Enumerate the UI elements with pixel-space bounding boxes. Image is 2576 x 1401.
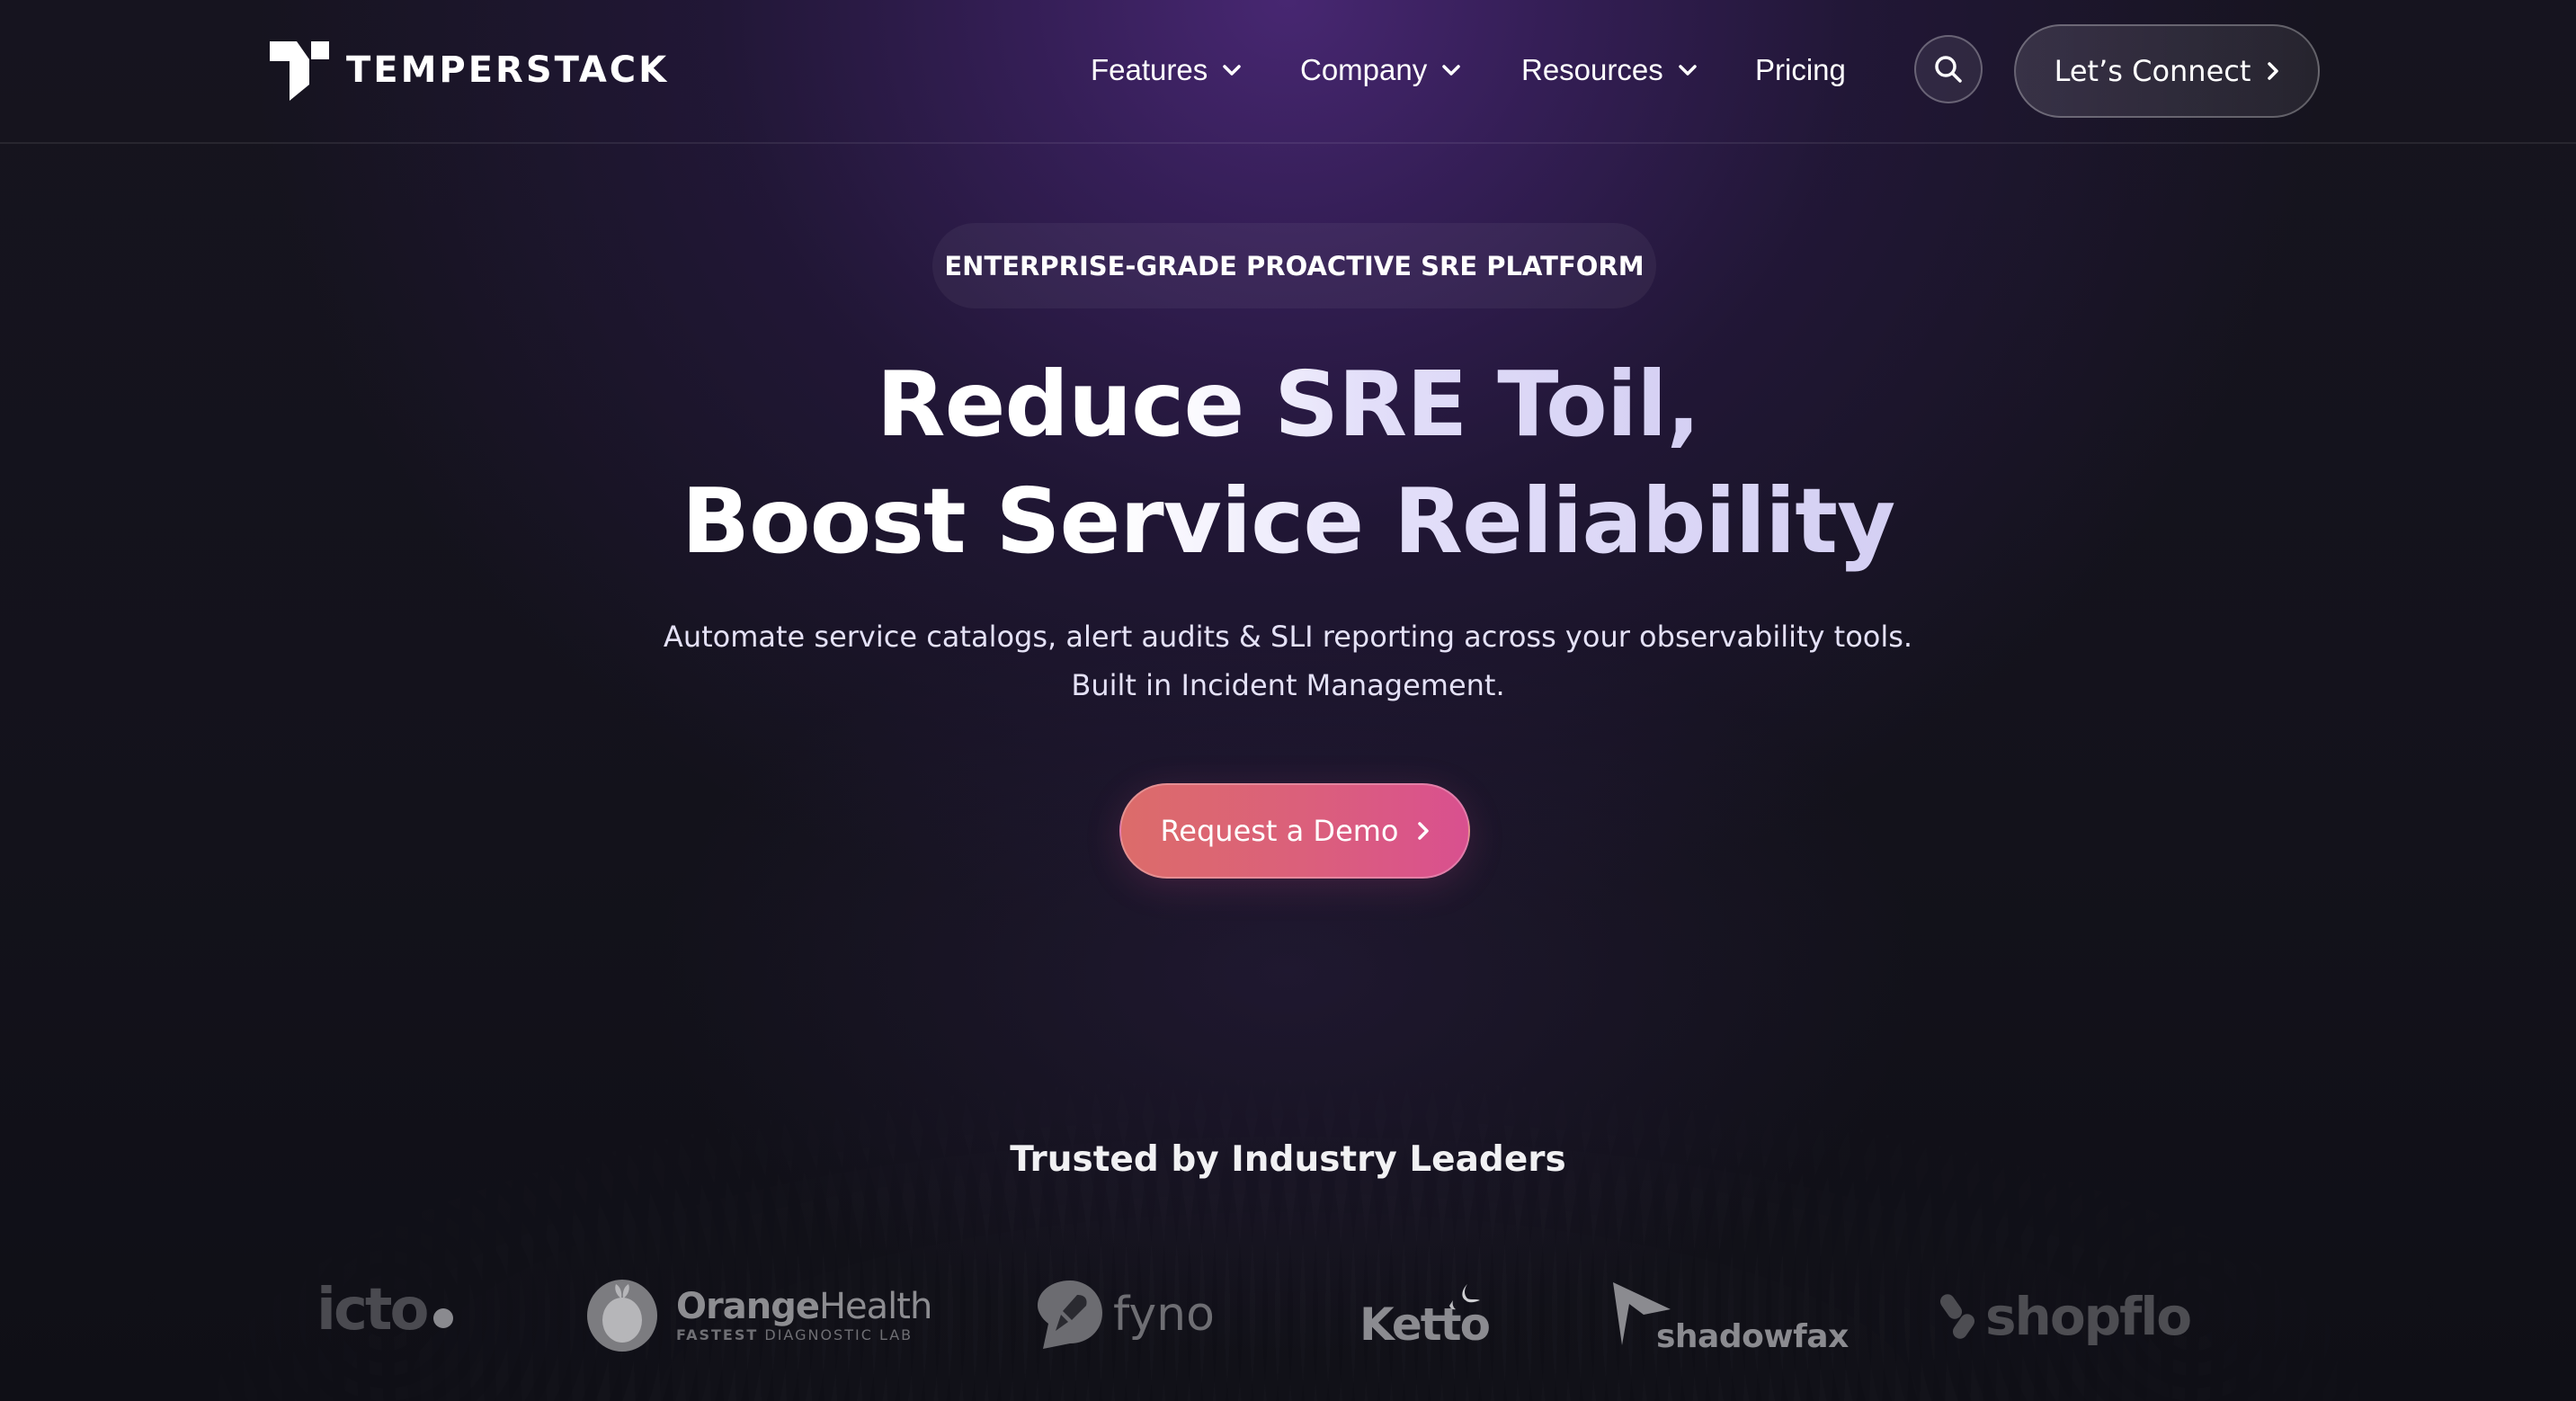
top-navbar: TEMPERSTACK Features Company Resources P… — [0, 0, 2576, 144]
trusted-by-title: Trusted by Industry Leaders — [1010, 1139, 1566, 1180]
nav-item-label: Features — [1091, 53, 1208, 86]
chevron-right-icon — [2268, 62, 2279, 80]
search-button[interactable] — [1914, 35, 1983, 103]
fyno-rocket-icon — [1038, 1281, 1102, 1349]
platform-badge: ENTERPRISE-GRADE PROACTIVE SRE PLATFORM — [932, 223, 1656, 308]
client-logo-shopflo-text: shopflo — [1985, 1286, 2192, 1347]
shopflo-mark-icon — [1940, 1294, 1975, 1339]
client-logo-fyno: fyno — [1036, 1279, 1215, 1351]
platform-badge-text: ENTERPRISE-GRADE PROACTIVE SRE PLATFORM — [944, 250, 1645, 281]
request-demo-label: Request a Demo — [1160, 814, 1399, 848]
ketto-birds-icon — [1449, 1284, 1480, 1310]
orange-fruit-icon — [587, 1280, 657, 1352]
client-logo-shopflo: shopflo — [1940, 1286, 2192, 1347]
brand-logo-link[interactable]: TEMPERSTACK — [270, 41, 666, 101]
nav-item-pricing[interactable]: Pricing — [1755, 49, 1846, 91]
subtitle-line-2: Built in Incident Management. — [1071, 668, 1505, 702]
orangehealth-tagline: FASTEST DIAGNOSTIC LAB — [676, 1326, 914, 1343]
nav-item-label: Company — [1300, 53, 1428, 86]
icto-dot-icon — [433, 1308, 454, 1328]
nav-item-label: Pricing — [1755, 53, 1846, 86]
orangehealth-name: OrangeHealth — [676, 1286, 932, 1327]
chevron-down-icon — [1223, 65, 1241, 76]
headline-line-1-text: Reduce SRE Toil, — [871, 346, 1706, 463]
nav-item-company[interactable]: Company — [1300, 49, 1461, 91]
headline-line-2-text: Boost Service Reliability — [676, 463, 1901, 580]
chevron-down-icon — [1442, 65, 1460, 76]
headline-line-1: Reduce SRE Toil, — [0, 346, 2576, 463]
search-icon — [1935, 56, 1962, 83]
subtitle-line-1: Automate service catalogs, alert audits … — [663, 620, 1913, 654]
client-logo-icto-text: icto — [316, 1277, 429, 1343]
lets-connect-label: Let’s Connect — [2054, 54, 2251, 88]
headline-line-2: Boost Service Reliability — [0, 463, 2576, 580]
lets-connect-button[interactable]: Let’s Connect — [2014, 24, 2320, 118]
client-logo-row: icto OrangeHealth FASTEST DIAGNOSTIC LAB — [0, 1259, 2576, 1376]
request-demo-button[interactable]: Request a Demo — [1119, 783, 1470, 879]
brand-wordmark: TEMPERSTACK — [346, 49, 670, 91]
client-logo-shadowfax: shadowfax — [1608, 1277, 1849, 1355]
nav-item-label: Resources — [1521, 53, 1663, 86]
nav-item-resources[interactable]: Resources — [1521, 49, 1698, 91]
client-logo-shadowfax-text: shadowfax — [1656, 1318, 1849, 1355]
temperstack-t-mark-icon — [270, 41, 329, 101]
client-logo-icto: icto — [316, 1277, 454, 1343]
client-logo-orangehealth: OrangeHealth FASTEST DIAGNOSTIC LAB — [586, 1279, 932, 1352]
nav-item-features[interactable]: Features — [1091, 49, 1242, 91]
chevron-right-icon — [1417, 822, 1429, 840]
client-logo-fyno-text: fyno — [1113, 1288, 1215, 1342]
client-logo-ketto: Ketto — [1359, 1281, 1491, 1351]
chevron-down-icon — [1678, 65, 1697, 76]
